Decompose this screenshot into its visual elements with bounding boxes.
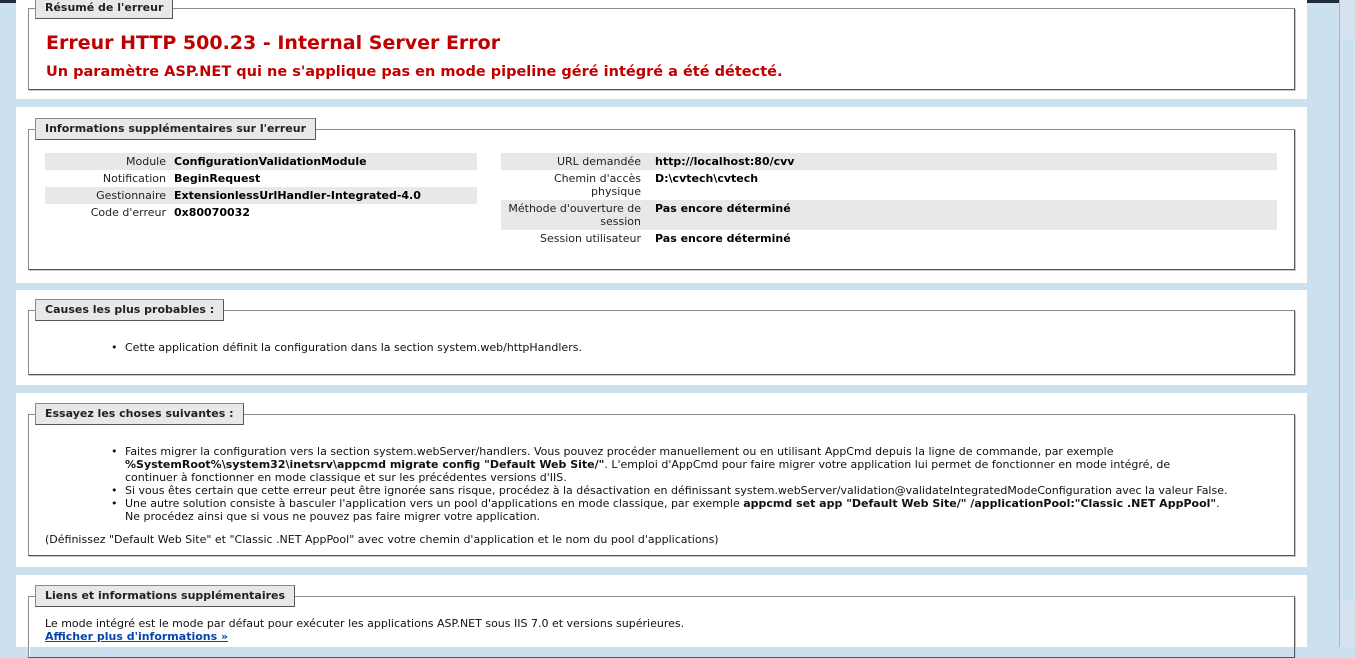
- try-item-1-text: Faites migrer la configuration vers la s…: [125, 445, 1114, 458]
- detail-value: ConfigurationValidationModule: [170, 153, 477, 170]
- detail-value: Pas encore déterminé: [655, 232, 791, 245]
- causes-list: • Cette application définit la configura…: [29, 341, 1275, 354]
- list-item: • Si vous êtes certain que cette erreur …: [111, 484, 1285, 497]
- detail-value: Pas encore déterminé: [645, 200, 1277, 230]
- try-item-3-period: .: [1216, 497, 1220, 510]
- list-item: • Une autre solution consiste à basculer…: [111, 497, 1285, 523]
- try-item-3-text: Une autre solution consiste à basculer l…: [125, 497, 740, 510]
- links-panel: Liens et informations supplémentaires Le…: [16, 575, 1307, 658]
- list-item: • Faites migrer la configuration vers la…: [111, 445, 1285, 484]
- detail-key: Code d'erreur: [90, 206, 166, 219]
- try-fieldset: Essayez les choses suivantes : • Faites …: [28, 403, 1295, 556]
- detail-key: URL demandée: [501, 153, 645, 170]
- details-right-table: URL demandée http://localhost:80/cvv Che…: [501, 153, 1277, 247]
- detail-row: URL demandée http://localhost:80/cvv: [501, 153, 1277, 170]
- error-summary-fieldset: Résumé de l'erreur Erreur HTTP 500.23 - …: [28, 0, 1295, 90]
- list-item: • Cette application définit la configura…: [111, 341, 1275, 354]
- error-details-panel: Informations supplémentaires sur l'erreu…: [16, 107, 1307, 283]
- error-details-legend: Informations supplémentaires sur l'erreu…: [35, 118, 316, 140]
- error-summary-legend: Résumé de l'erreur: [35, 0, 174, 19]
- bullet-glyph: •: [111, 445, 118, 458]
- causes-fieldset: Causes les plus probables : • Cette appl…: [28, 299, 1295, 375]
- causes-legend: Causes les plus probables :: [35, 299, 225, 321]
- detail-row: Module ConfigurationValidationModule: [45, 153, 477, 170]
- error-title: Erreur HTTP 500.23 - Internal Server Err…: [46, 32, 501, 54]
- try-item-1-end: continuer à fonctionner en mode classiqu…: [125, 471, 567, 484]
- detail-key: Gestionnaire: [45, 187, 170, 204]
- detail-value: D:\cvtech\cvtech: [655, 172, 759, 185]
- detail-key: Chemin d'accès physique: [553, 172, 641, 198]
- error-description: Un paramètre ASP.NET qui ne s'applique p…: [46, 64, 783, 80]
- detail-row: Session utilisateur Pas encore déterminé: [501, 230, 1277, 247]
- detail-row: Méthode d'ouverture de session Pas encor…: [501, 200, 1277, 230]
- detail-value: http://localhost:80/cvv: [645, 153, 1277, 170]
- detail-row: Notification BeginRequest: [45, 170, 477, 187]
- vertical-scrollbar[interactable]: [1339, 0, 1355, 647]
- migrate-command: %SystemRoot%\system32\inetsrv\appcmd mig…: [125, 458, 605, 471]
- details-left-table: Module ConfigurationValidationModule Not…: [45, 153, 477, 221]
- try-item-1-continued: . L'emploi d'AppCmd pour faire migrer vo…: [604, 458, 1171, 471]
- try-item-2-text: Si vous êtes certain que cette erreur pe…: [125, 484, 1228, 497]
- bullet-glyph: •: [111, 484, 118, 497]
- more-info-link[interactable]: Afficher plus d'informations »: [45, 630, 228, 643]
- detail-key: Méthode d'ouverture de session: [501, 200, 645, 230]
- detail-value: 0x80070032: [174, 206, 250, 219]
- detail-key: Module: [45, 153, 170, 170]
- try-legend: Essayez les choses suivantes :: [35, 403, 244, 425]
- detail-row: Gestionnaire ExtensionlessUrlHandler-Int…: [45, 187, 477, 204]
- cause-text: Cette application définit la configurati…: [125, 341, 582, 354]
- try-list: • Faites migrer la configuration vers la…: [29, 445, 1285, 523]
- causes-panel: Causes les plus probables : • Cette appl…: [16, 290, 1307, 385]
- bullet-glyph: •: [111, 341, 118, 354]
- error-details-fieldset: Informations supplémentaires sur l'erreu…: [28, 118, 1295, 270]
- detail-key: Session utilisateur: [540, 232, 641, 245]
- try-panel: Essayez les choses suivantes : • Faites …: [16, 393, 1307, 567]
- links-legend: Liens et informations supplémentaires: [35, 585, 296, 607]
- detail-row: Chemin d'accès physique D:\cvtech\cvtech: [501, 170, 1277, 200]
- links-fieldset: Liens et informations supplémentaires Le…: [28, 585, 1295, 658]
- detail-value: ExtensionlessUrlHandler-Integrated-4.0: [170, 187, 477, 204]
- bullet-glyph: •: [111, 497, 118, 510]
- try-note: (Définissez "Default Web Site" et "Class…: [45, 533, 719, 546]
- detail-value: BeginRequest: [174, 172, 261, 185]
- detail-key: Notification: [102, 172, 166, 185]
- apppool-command: appcmd set app "Default Web Site/" /appl…: [743, 497, 1217, 510]
- error-summary-panel: Résumé de l'erreur Erreur HTTP 500.23 - …: [16, 0, 1307, 99]
- try-item-3-end: Ne procédez ainsi que si vous ne pouvez …: [125, 510, 541, 523]
- links-text: Le mode intégré est le mode par défaut p…: [45, 617, 685, 630]
- scrollbar-thumb[interactable]: [1343, 40, 1353, 600]
- detail-row: Code d'erreur 0x80070032: [45, 204, 477, 221]
